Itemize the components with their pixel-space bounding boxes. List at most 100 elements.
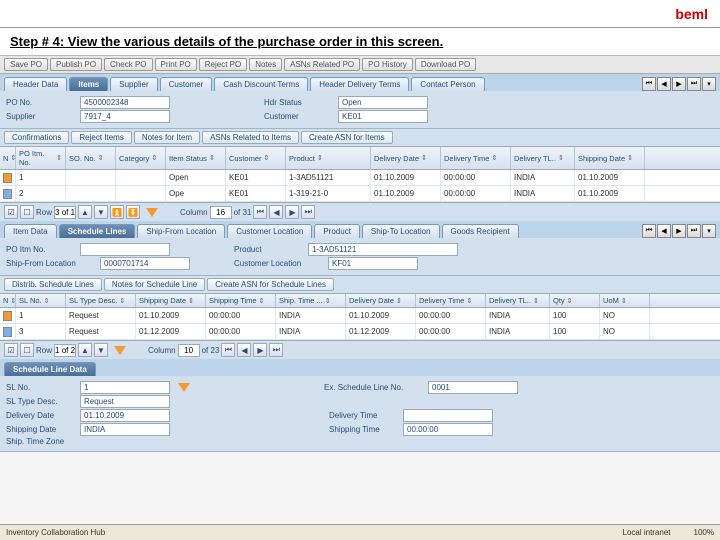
- tab-customer-location[interactable]: Customer Location: [227, 224, 312, 238]
- col-sl-no-[interactable]: SL No. ⇕: [16, 294, 66, 307]
- col-so-no-[interactable]: SO. No. ⇕: [66, 147, 116, 169]
- select-all-icon[interactable]: ☑: [4, 205, 18, 219]
- col-ship-time-[interactable]: Ship. Time ... ⇕: [276, 294, 346, 307]
- row-checkbox[interactable]: [3, 173, 12, 183]
- row2-input[interactable]: [54, 344, 76, 357]
- col-category[interactable]: Category ⇕: [116, 147, 166, 169]
- col2-prev-icon[interactable]: ◀: [237, 343, 251, 357]
- col-qty[interactable]: Qty ⇕: [550, 294, 600, 307]
- subtab-reject-items[interactable]: Reject Items: [71, 131, 131, 144]
- col2-input[interactable]: [178, 344, 200, 357]
- tab-customer[interactable]: Customer: [160, 77, 213, 91]
- toolbar-publish-po[interactable]: Publish PO: [50, 58, 102, 71]
- col-customer[interactable]: Customer ⇕: [226, 147, 286, 169]
- toolbar-asns-related-po[interactable]: ASNs Related PO: [284, 58, 360, 71]
- col-input[interactable]: [210, 206, 232, 219]
- row-down-icon[interactable]: ▼: [94, 205, 108, 219]
- col-item-status[interactable]: Item Status ⇕: [166, 147, 226, 169]
- toolbar-download-po[interactable]: Download PO: [415, 58, 476, 71]
- col-delivery-date[interactable]: Delivery Date ⇕: [371, 147, 441, 169]
- col-sl-type-desc-[interactable]: SL Type Desc. ⇕: [66, 294, 136, 307]
- tab-schedule-lines[interactable]: Schedule Lines: [59, 224, 136, 238]
- highlight3-arrow-icon: [178, 383, 190, 392]
- nav-next-icon[interactable]: ▶: [672, 77, 686, 91]
- nav2-next-icon[interactable]: ▶: [672, 224, 686, 238]
- nav-prev-icon[interactable]: ◀: [657, 77, 671, 91]
- subtab-confirmations[interactable]: Confirmations: [4, 131, 69, 144]
- col-shipping-date[interactable]: Shipping Date ⇕: [136, 294, 206, 307]
- row-checkbox[interactable]: [3, 189, 12, 199]
- nav2-last-icon[interactable]: ⏭: [687, 224, 701, 238]
- col-delivery-time[interactable]: Delivery Time ⇕: [441, 147, 511, 169]
- col-delivery-tl-[interactable]: Delivery TL.. ⇕: [486, 294, 550, 307]
- nav-last-icon[interactable]: ⏭: [687, 77, 701, 91]
- sel2-none-icon[interactable]: ☐: [20, 343, 34, 357]
- row2-up-icon[interactable]: ▲: [78, 343, 92, 357]
- col-po-itm-no-[interactable]: PO Itm. No. ⇕: [16, 147, 66, 169]
- col-prev-icon[interactable]: ◀: [269, 205, 283, 219]
- supplier-label: Supplier: [6, 112, 76, 121]
- tab-schedule-line-data[interactable]: Schedule Line Data: [4, 362, 96, 376]
- subtab-create-asn-for-items[interactable]: Create ASN for Items: [301, 131, 393, 144]
- col2-last-icon[interactable]: ⏭: [269, 343, 283, 357]
- col2-next-icon[interactable]: ▶: [253, 343, 267, 357]
- col-product[interactable]: Product ⇕: [286, 147, 371, 169]
- col-uom[interactable]: UoM ⇕: [600, 294, 650, 307]
- tab-cash-discount-terms[interactable]: Cash Discount Terms: [214, 77, 308, 91]
- col-first-icon[interactable]: ⏮: [253, 205, 267, 219]
- toolbar-print-po[interactable]: Print PO: [155, 58, 197, 71]
- tab-ship-to-location[interactable]: Ship-To Location: [362, 224, 440, 238]
- tab-supplier[interactable]: Supplier: [110, 77, 157, 91]
- col-next-icon[interactable]: ▶: [285, 205, 299, 219]
- table-row[interactable]: 1OpenKE011-3AD5112101.10.200900:00:00IND…: [0, 170, 720, 186]
- toolbar-notes[interactable]: Notes: [249, 58, 282, 71]
- col2-first-icon[interactable]: ⏮: [221, 343, 235, 357]
- cell: 1-319-21-0: [286, 186, 371, 201]
- toolbar-po-history[interactable]: PO History: [362, 58, 413, 71]
- nav-first-icon[interactable]: ⏮: [642, 77, 656, 91]
- table-row[interactable]: 1Request01.10.200900:00:00INDIA01.10.200…: [0, 308, 720, 324]
- tab-items[interactable]: Items: [69, 77, 108, 91]
- tab-product[interactable]: Product: [314, 224, 360, 238]
- tabs-menu-icon[interactable]: ▾: [702, 77, 716, 91]
- tab-header-data[interactable]: Header Data: [4, 77, 67, 91]
- tab-goods-recipient[interactable]: Goods Recipient: [442, 224, 519, 238]
- subtab-distrib.-schedule-lines[interactable]: Distrib. Schedule Lines: [4, 278, 102, 291]
- tab-header-delivery-terms[interactable]: Header Delivery Terms: [310, 77, 409, 91]
- col-delivery-time[interactable]: Delivery Time ⇕: [416, 294, 486, 307]
- row-checkbox[interactable]: [3, 311, 12, 321]
- subtab-notes-for-item[interactable]: Notes for Item: [134, 131, 200, 144]
- nav2-first-icon[interactable]: ⏮: [642, 224, 656, 238]
- row-first-icon[interactable]: ⏫: [110, 205, 124, 219]
- col-shipping-date[interactable]: Shipping Date ⇕: [575, 147, 645, 169]
- tab-contact-person[interactable]: Contact Person: [411, 77, 484, 91]
- subtab-notes-for-schedule-line[interactable]: Notes for Schedule Line: [104, 278, 205, 291]
- col-last-icon[interactable]: ⏭: [301, 205, 315, 219]
- col-delivery-date[interactable]: Delivery Date ⇕: [346, 294, 416, 307]
- tab-ship-from-location[interactable]: Ship-From Location: [137, 224, 225, 238]
- row-input[interactable]: [54, 206, 76, 219]
- col-n[interactable]: N ⇕: [0, 294, 16, 307]
- sel2-all-icon[interactable]: ☑: [4, 343, 18, 357]
- row-checkbox[interactable]: [3, 327, 12, 337]
- table-row[interactable]: 2OpeKE011-319-21-001.10.200900:00:00INDI…: [0, 186, 720, 202]
- subtab-asns-related-to-items[interactable]: ASNs Related to Items: [202, 131, 299, 144]
- nav2-prev-icon[interactable]: ◀: [657, 224, 671, 238]
- po-toolbar: Save POPublish POCheck POPrint POReject …: [0, 56, 720, 74]
- row-up-icon[interactable]: ▲: [78, 205, 92, 219]
- tab-item-data[interactable]: Item Data: [4, 224, 57, 238]
- col-shipping-time[interactable]: Shipping Time ⇕: [206, 294, 276, 307]
- row-last-icon[interactable]: ⏬: [126, 205, 140, 219]
- subtab-create-asn-for-schedule-lines[interactable]: Create ASN for Schedule Lines: [207, 278, 334, 291]
- col-delivery-tl-[interactable]: Delivery TL.. ⇕: [511, 147, 575, 169]
- tabs2-menu-icon[interactable]: ▾: [702, 224, 716, 238]
- toolbar-reject-po[interactable]: Reject PO: [199, 58, 247, 71]
- toolbar-save-po[interactable]: Save PO: [4, 58, 48, 71]
- table-row[interactable]: 3Request01.12.200900:00:00INDIA01.12.200…: [0, 324, 720, 340]
- row2-down-icon[interactable]: ▼: [94, 343, 108, 357]
- col-n[interactable]: N ⇕: [0, 147, 16, 169]
- toolbar-check-po[interactable]: Check PO: [104, 58, 152, 71]
- cell: 00:00:00: [441, 186, 511, 201]
- deselect-icon[interactable]: ☐: [20, 205, 34, 219]
- cell: INDIA: [276, 324, 346, 339]
